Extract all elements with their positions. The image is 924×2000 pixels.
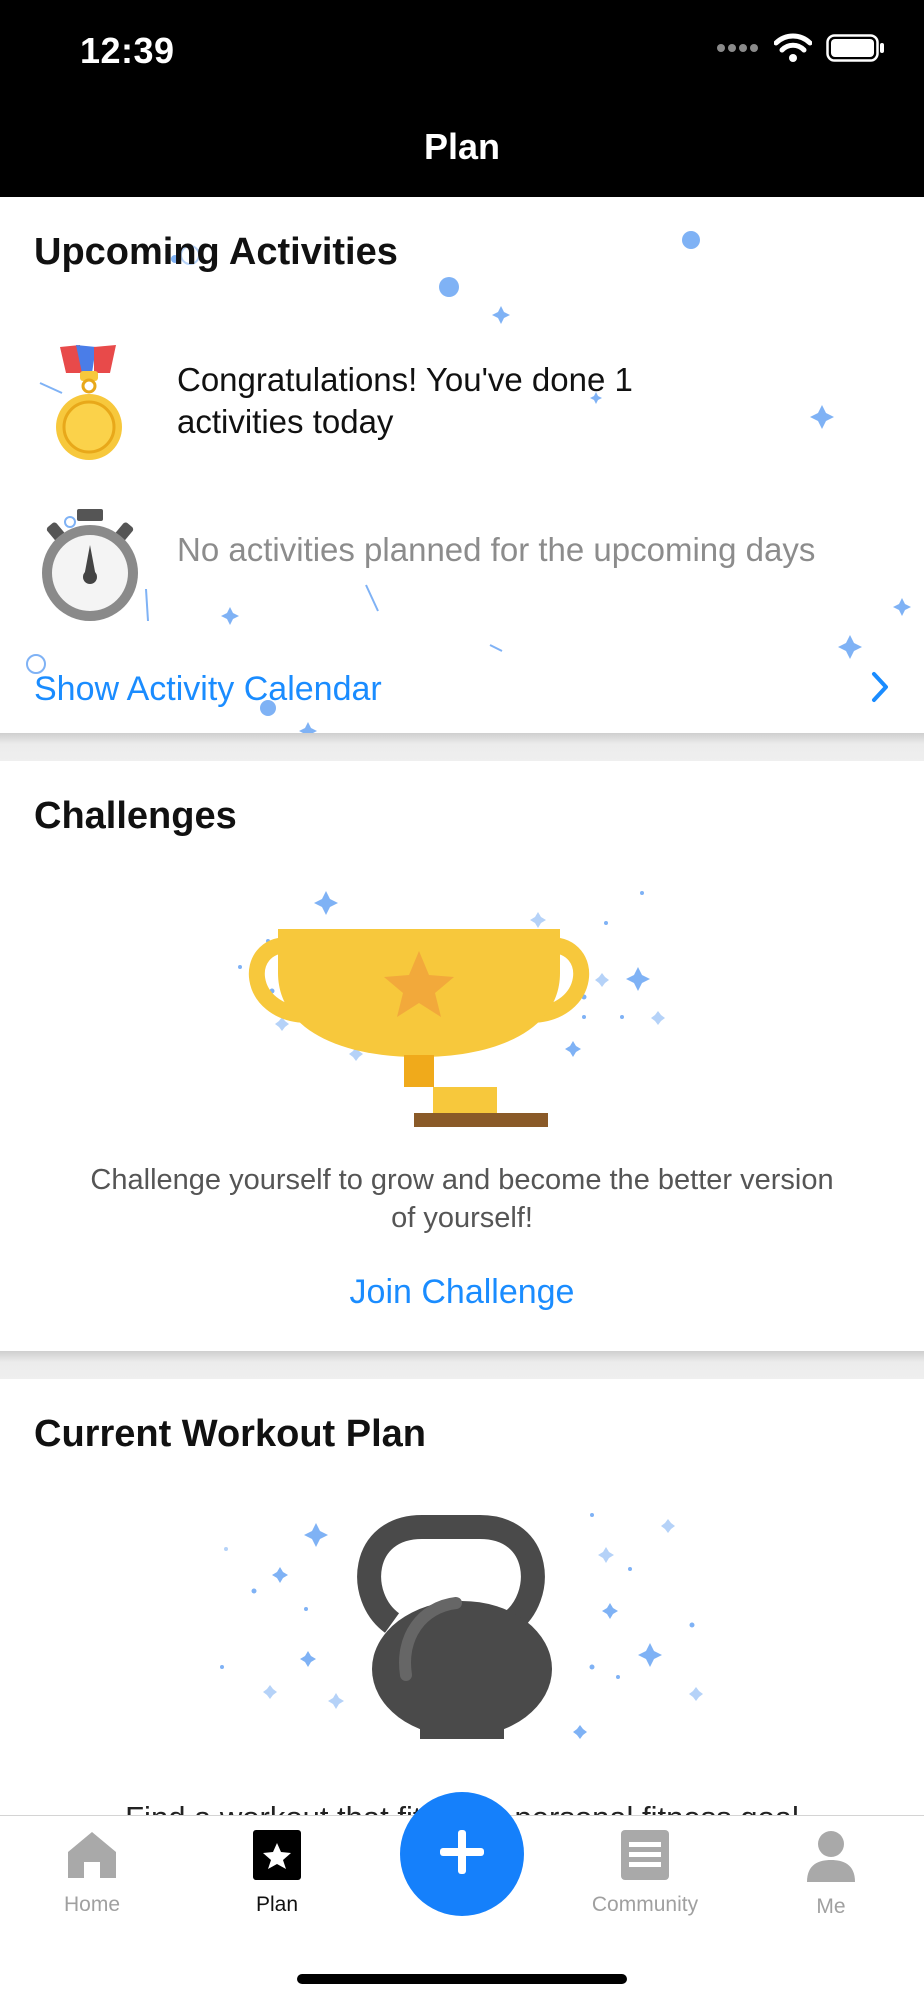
show-activity-calendar-label: Show Activity Calendar: [34, 669, 382, 708]
tab-plan[interactable]: Plan: [212, 1830, 342, 1917]
stopwatch-icon: [38, 507, 142, 628]
challenges-description-line-2: of yourself!: [391, 1202, 533, 1234]
section-title: Current Workout Plan: [34, 1413, 426, 1455]
battery-icon: [826, 33, 884, 67]
community-icon: [621, 1830, 669, 1884]
chevron-right-icon: [870, 670, 890, 709]
challenges-card: Challenges Challenge yourself to grow an…: [0, 761, 924, 1351]
congrats-message: Congratulations! You've done 1 activitie…: [177, 359, 877, 443]
show-activity-calendar-link[interactable]: Show Activity Calendar: [34, 659, 890, 719]
section-separator: [0, 733, 924, 761]
wifi-icon: [773, 32, 813, 68]
add-button[interactable]: [400, 1792, 524, 1916]
trophy-base: [414, 1087, 550, 1144]
tab-me[interactable]: Me: [766, 1830, 896, 1919]
status-icons: [716, 32, 884, 68]
no-activities-message: No activities planned for the upcoming d…: [177, 531, 816, 568]
current-workout-plan-card: Current Workout Plan Find a workout that…: [0, 1379, 924, 1821]
star-icon: [253, 1830, 301, 1884]
top-bar: 12:39 Plan: [0, 0, 924, 197]
section-title: Upcoming Activities: [34, 231, 398, 273]
signal-icon: [716, 41, 760, 59]
confetti-decoration: [26, 231, 911, 733]
section-title: Challenges: [34, 795, 237, 837]
tab-community[interactable]: Community: [580, 1830, 710, 1917]
kettlebell-icon: [210, 1505, 710, 1750]
plus-icon: [438, 1828, 486, 1881]
medal-icon: [52, 345, 126, 466]
challenges-description-line-1: Challenge yourself to grow and become th…: [90, 1164, 834, 1196]
tab-bar: Home Plan Community Me: [0, 1792, 924, 2000]
person-icon: [805, 1831, 857, 1886]
congrats-line-2: activities today: [177, 403, 394, 440]
tab-community-label: Community: [591, 1893, 699, 1916]
home-icon: [66, 1832, 118, 1884]
trophy-icon: [232, 887, 692, 1092]
upcoming-activities-card: Upcoming Activities Congratulations! You…: [0, 197, 924, 733]
tab-home-label: Home: [63, 1893, 121, 1916]
section-separator: [0, 1351, 924, 1379]
challenges-description: Challenge yourself to grow and become th…: [34, 1161, 890, 1237]
tab-plan-label: Plan: [255, 1893, 299, 1916]
home-indicator: [297, 1974, 627, 1984]
tab-home[interactable]: Home: [27, 1830, 157, 1917]
tab-me-label: Me: [816, 1895, 846, 1918]
join-challenge-button[interactable]: Join Challenge: [0, 1273, 924, 1312]
page-title: Plan: [423, 126, 501, 167]
congrats-line-1: Congratulations! You've done 1: [177, 361, 633, 398]
status-time: 12:39: [80, 30, 175, 71]
